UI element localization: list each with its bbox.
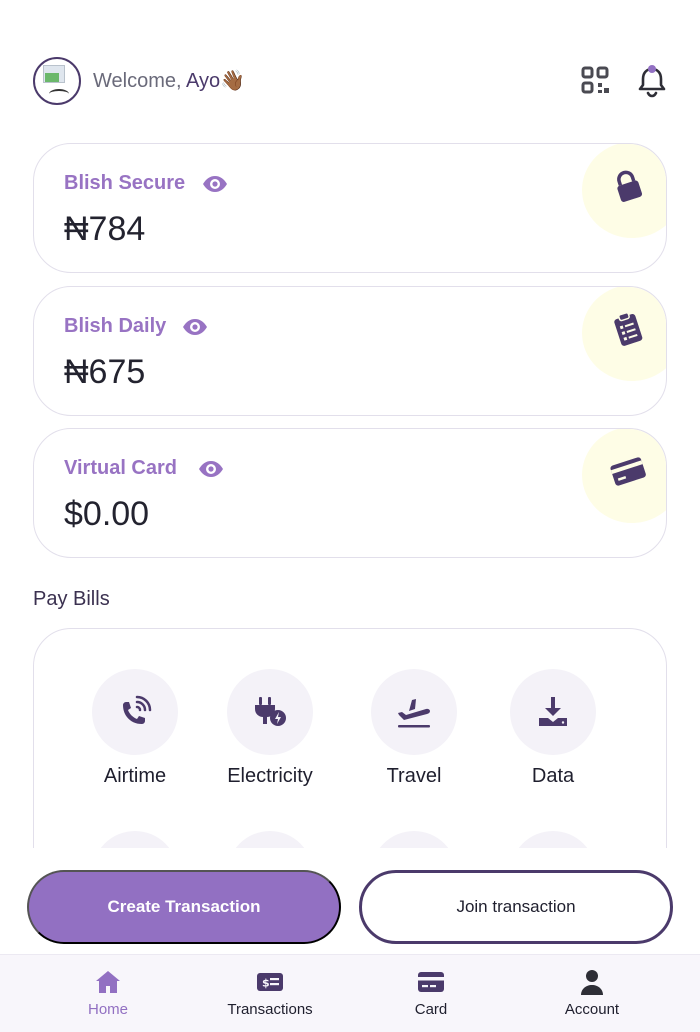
home-icon — [96, 971, 120, 993]
bill-label: Airtime — [103, 765, 167, 787]
bill-data[interactable]: Data — [478, 669, 628, 788]
bill-circle — [510, 669, 596, 755]
phone-icon — [123, 695, 152, 724]
action-bar: Create Transaction Join transaction — [0, 848, 700, 954]
blish-secure-card[interactable]: Blish Secure ₦784 — [33, 143, 667, 273]
card-label: Blish Daily — [64, 315, 167, 337]
card-label: Virtual Card — [64, 457, 177, 479]
bell-icon[interactable] — [636, 64, 668, 98]
credit-card-badge — [582, 429, 666, 523]
credit-card-icon — [610, 457, 646, 486]
lock-icon — [617, 170, 643, 202]
bill-circle — [371, 669, 457, 755]
nav-label: Home — [87, 1001, 128, 1018]
top-header: Welcome, Ayo👋🏾 — [0, 0, 700, 130]
nav-card[interactable]: Card — [361, 969, 501, 1018]
nav-label: Transactions — [227, 1001, 313, 1018]
bill-circle — [92, 669, 178, 755]
money-icon: $ — [257, 973, 283, 991]
card-amount: $0.00 — [64, 495, 150, 533]
virtual-card-card[interactable]: Virtual Card $0.00 — [33, 428, 667, 558]
card-icon — [418, 972, 444, 992]
nav-label: Card — [414, 1001, 448, 1018]
card-amount: ₦784 — [64, 210, 146, 248]
eye-icon[interactable] — [182, 317, 208, 337]
card-amount: ₦675 — [64, 353, 146, 391]
blish-daily-card[interactable]: Blish Daily ₦675 — [33, 286, 667, 416]
broken-image-fill — [45, 73, 59, 82]
bill-label: Travel — [386, 765, 442, 787]
user-icon — [581, 970, 603, 995]
qr-code-icon[interactable] — [580, 64, 612, 98]
bill-airtime[interactable]: Airtime — [60, 669, 210, 788]
nav-home[interactable]: Home — [38, 969, 178, 1018]
svg-text:$: $ — [262, 977, 270, 990]
user-name: Ayo👋🏾 — [186, 70, 246, 92]
pay-bills-title: Pay Bills — [33, 588, 110, 610]
clipboard-badge — [582, 287, 666, 381]
clipboard-icon — [614, 312, 643, 346]
download-icon — [539, 697, 567, 726]
bill-label: Data — [531, 765, 575, 787]
bill-electricity[interactable]: Electricity — [195, 669, 345, 788]
bottom-nav: Home $ Transactions Card Account — [0, 954, 700, 1032]
lock-badge — [582, 144, 666, 238]
eye-icon[interactable] — [202, 174, 228, 194]
eye-icon[interactable] — [198, 459, 224, 479]
bill-label: Electricity — [227, 765, 313, 787]
nav-label: Account — [564, 1001, 620, 1018]
broken-image-arc — [49, 89, 69, 99]
create-transaction-button[interactable]: Create Transaction — [27, 870, 341, 944]
join-transaction-button[interactable]: Join transaction — [359, 870, 673, 944]
welcome-text: Welcome, Ayo👋🏾 — [93, 68, 245, 93]
airplane-icon — [398, 699, 430, 728]
plug-icon — [255, 697, 286, 726]
nav-account[interactable]: Account — [522, 969, 662, 1018]
welcome-prefix: Welcome, — [93, 70, 186, 92]
bill-travel[interactable]: Travel — [339, 669, 489, 788]
avatar[interactable] — [33, 57, 81, 105]
nav-transactions[interactable]: $ Transactions — [200, 969, 340, 1018]
card-label: Blish Secure — [64, 172, 186, 194]
bill-circle — [227, 669, 313, 755]
